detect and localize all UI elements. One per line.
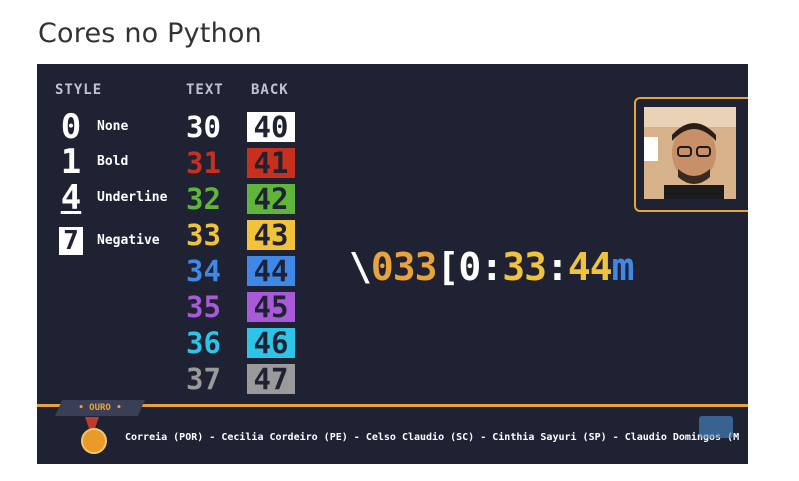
style-label-negative: Negative <box>97 233 160 248</box>
text-color-code: 31 <box>186 146 221 180</box>
style-header: STYLE <box>55 82 103 98</box>
style-code-negative: 7 <box>59 227 83 255</box>
back-color-code: 46 <box>247 328 295 358</box>
text-color-code: 32 <box>186 182 221 216</box>
back-color-code: 40 <box>247 112 295 142</box>
back-color-code: 47 <box>247 364 295 394</box>
escape-code-part: \ <box>349 245 372 289</box>
style-code-bold: 1 <box>60 142 82 182</box>
style-label-bold: Bold <box>97 154 129 169</box>
style-label-underline: Underline <box>97 190 168 205</box>
ticker-divider <box>37 404 748 407</box>
escape-code-part: m <box>611 245 635 289</box>
text-color-code: 35 <box>186 290 221 324</box>
text-color-code: 36 <box>186 326 221 360</box>
escape-code-part: 0 <box>458 245 481 289</box>
back-color-code: 44 <box>247 256 295 286</box>
channel-watermark-icon <box>699 416 733 438</box>
escape-code-part: : <box>480 245 503 289</box>
text-color-code: 37 <box>186 362 221 396</box>
back-header: BACK <box>251 82 289 98</box>
style-label-none: None <box>97 119 129 134</box>
text-color-code: 30 <box>186 110 221 144</box>
text-header: TEXT <box>186 82 224 98</box>
escape-code-part: [ <box>436 245 460 289</box>
escape-code-part: 033 <box>370 245 438 289</box>
style-code-none: 0 <box>60 107 82 147</box>
back-color-code: 42 <box>247 184 295 214</box>
ticker-badge-label: • OURO • <box>78 403 122 413</box>
text-color-code: 34 <box>186 254 221 288</box>
supporters-ticker: Correia (POR) - Cecilia Cordeiro (PE) - … <box>125 432 740 443</box>
webcam-frame <box>634 97 748 212</box>
escape-code-part: 33 <box>502 245 547 289</box>
escape-code-display: \033[0:33:44m <box>349 245 635 289</box>
back-color-code: 43 <box>247 220 295 250</box>
back-color-code: 45 <box>247 292 295 322</box>
ticker-badge: • OURO • <box>55 400 145 416</box>
text-color-code: 33 <box>186 218 221 252</box>
page-title: Cores no Python <box>38 18 262 49</box>
medal-icon <box>81 428 107 454</box>
escape-code-part: 44 <box>567 245 613 289</box>
style-code-underline: 4 <box>60 178 82 218</box>
video-frame[interactable]: STYLE TEXT BACK 0 None 1 Bold 4 Underlin… <box>37 64 748 464</box>
escape-code-part: : <box>545 245 569 289</box>
presenter-avatar <box>644 107 736 199</box>
back-color-code: 41 <box>247 148 295 178</box>
